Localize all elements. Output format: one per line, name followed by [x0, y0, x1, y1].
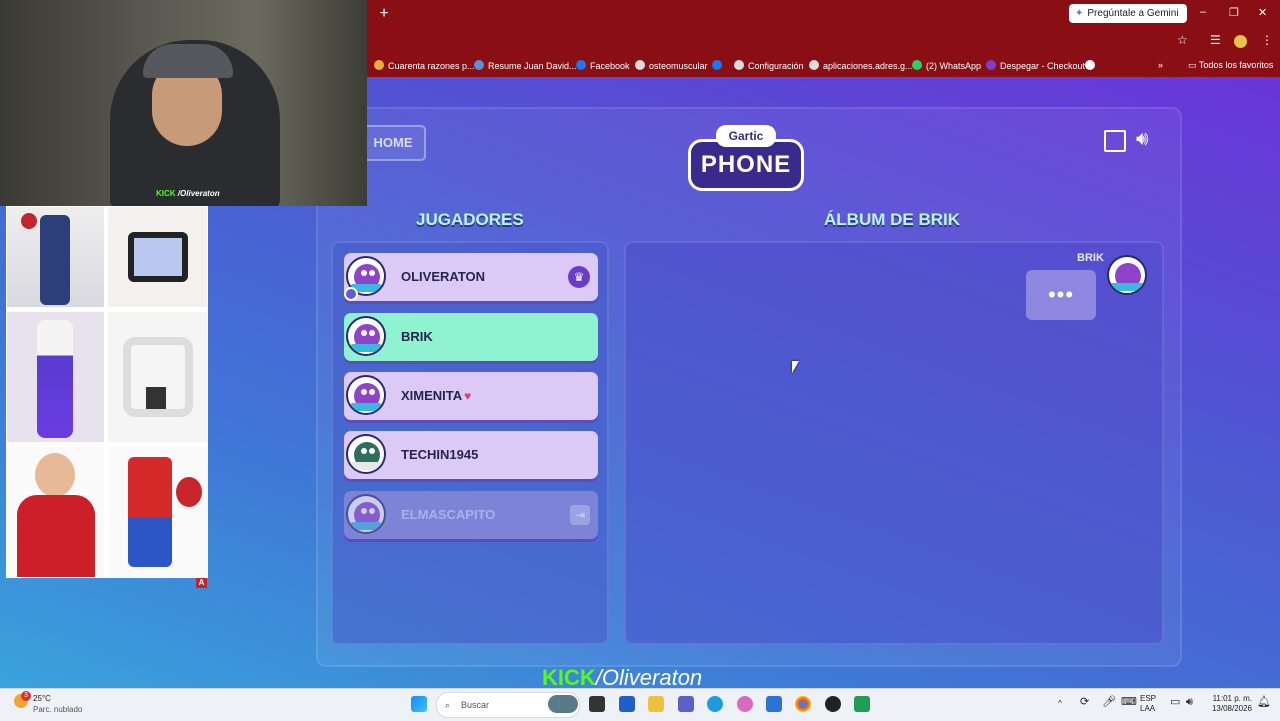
keyboard-icon[interactable]: ⌨ — [1121, 697, 1137, 708]
start-icon[interactable] — [411, 696, 427, 712]
chrome-icon[interactable] — [795, 696, 811, 712]
restore-button[interactable]: ❐ — [1229, 6, 1239, 19]
google-bookmark[interactable] — [1085, 60, 1099, 71]
image-tile[interactable] — [7, 207, 104, 307]
obs-icon[interactable] — [825, 696, 841, 712]
menu-icon[interactable]: ⋮ — [1261, 33, 1273, 47]
user-badge-icon — [344, 287, 358, 301]
profile-avatar[interactable] — [1234, 35, 1247, 48]
language-indicator[interactable]: ESP LAA — [1140, 694, 1156, 714]
folder-icon: ▭ — [1188, 60, 1199, 70]
bookmark-item[interactable]: (2) WhatsApp — [912, 60, 981, 71]
player-row-oliveraton: OLIVERATON ♛ — [344, 253, 598, 301]
gemini-icon: ✦ — [1075, 8, 1084, 19]
chat-author: BRIK — [1077, 252, 1104, 264]
bookmark-item[interactable]: aplicaciones.adres.g... — [809, 60, 913, 71]
player-name: OLIVERATON — [401, 269, 486, 284]
bookmark-icon — [474, 60, 484, 70]
player-avatar — [346, 316, 386, 356]
weather-badge: 3 — [21, 691, 31, 701]
globe-icon — [635, 60, 645, 70]
image-tile[interactable] — [108, 447, 207, 577]
bookmark-item[interactable]: Despegar - Checkout — [986, 60, 1085, 71]
player-name: ELMASCAPITO — [401, 507, 496, 522]
players-title: JUGADORES — [416, 210, 524, 229]
explorer-icon[interactable] — [648, 696, 664, 712]
volume-icon[interactable]: 🔊︎ — [1186, 697, 1193, 708]
player-name: TECHIN1945 — [401, 447, 479, 462]
image-tile[interactable] — [108, 207, 207, 307]
chevron-up-icon[interactable]: ^ — [1058, 699, 1062, 709]
image-tile[interactable] — [7, 312, 104, 442]
mic-icon[interactable]: 🎤︎ — [1102, 697, 1116, 708]
mail-icon[interactable] — [766, 696, 782, 712]
player-avatar — [346, 375, 386, 415]
player-row-techin1945: TECHIN1945 — [344, 431, 598, 479]
minimize-button[interactable]: – — [1200, 6, 1206, 18]
widgets-icon[interactable] — [548, 695, 578, 713]
home-button[interactable]: HOME — [360, 125, 426, 161]
edge-icon[interactable] — [707, 696, 723, 712]
player-name: XIMENITA ♥ — [401, 388, 472, 403]
despegar-icon — [986, 60, 996, 70]
image-tile[interactable] — [108, 312, 207, 442]
mouse-cursor — [792, 361, 799, 373]
player-row-elmascapito: ELMASCAPITO ⇥ — [344, 491, 598, 539]
album-title: ÁLBUM DE BRIK — [824, 210, 960, 229]
bookmark-item[interactable]: osteomuscular — [635, 60, 708, 71]
copilot-icon[interactable] — [737, 696, 753, 712]
gemini-label: Pregúntale a Gemini — [1087, 8, 1179, 19]
task-view-icon[interactable] — [589, 696, 605, 712]
search-icon: ⌕ — [445, 700, 451, 710]
player-name: BRIK — [401, 329, 433, 344]
sync-icon[interactable]: ⟳ — [1080, 697, 1089, 708]
whatsapp-icon — [912, 60, 922, 70]
weather-widget[interactable]: 25°C Parc. nublado — [33, 693, 82, 715]
kick-overlay: KICK/Oliveraton — [542, 665, 703, 690]
typing-bubble: ••• — [1026, 270, 1096, 320]
speaker-icon[interactable]: 🔊︎ — [1136, 128, 1149, 151]
clock[interactable]: 11:01 p. m. 13/08/2026 — [1204, 694, 1252, 714]
image-grid — [6, 206, 208, 578]
bookmark-item[interactable]: Resume Juan David... — [474, 60, 577, 71]
bookmark-item[interactable]: Facebook — [576, 60, 630, 71]
image-tile[interactable] — [7, 447, 104, 577]
bookmark-item[interactable] — [712, 60, 726, 71]
player-row-brik: BRIK — [344, 313, 598, 361]
star-icon[interactable]: ☆ — [1177, 33, 1188, 47]
more-bookmarks-chevron[interactable]: » — [1158, 60, 1163, 70]
gartic-phone-logo: Gartic PHONE — [688, 125, 804, 195]
fullscreen-icon[interactable] — [1104, 130, 1126, 152]
bookmark-item[interactable]: Cuarenta razones p... — [374, 60, 475, 71]
facebook-icon — [712, 60, 722, 70]
webcam-overlay: KICK /Oliveraton — [0, 0, 367, 206]
store-icon[interactable] — [619, 696, 635, 712]
network-icon[interactable]: ▭ — [1170, 697, 1180, 708]
grid-badge: A — [196, 578, 207, 588]
player-avatar — [346, 494, 386, 534]
all-favorites-folder[interactable]: ▭ Todos los favoritos — [1188, 60, 1273, 71]
bookmark-item[interactable]: Configuración — [734, 60, 804, 71]
reading-list-icon[interactable]: ☰ — [1210, 33, 1221, 47]
xbox-icon[interactable] — [854, 696, 870, 712]
cam-kick-tag: KICK /Oliveraton — [156, 189, 220, 198]
gear-icon — [734, 60, 744, 70]
close-button[interactable]: ✕ — [1258, 6, 1267, 19]
google-icon — [1085, 60, 1095, 70]
crown-icon: ♛ — [568, 266, 590, 288]
globe-icon — [809, 60, 819, 70]
teams-icon[interactable] — [678, 696, 694, 712]
bookmark-icon — [374, 60, 384, 70]
gemini-button[interactable]: ✦ Pregúntale a Gemini — [1069, 4, 1187, 23]
new-tab-button[interactable]: + — [374, 4, 394, 24]
player-avatar — [346, 434, 386, 474]
chat-avatar — [1107, 255, 1147, 295]
facebook-icon — [576, 60, 586, 70]
exit-icon: ⇥ — [570, 505, 590, 525]
heart-icon: ♥ — [464, 389, 472, 403]
notification-icon[interactable]: 🔔︎ — [1257, 697, 1271, 708]
player-row-ximenita: XIMENITA ♥ — [344, 372, 598, 420]
